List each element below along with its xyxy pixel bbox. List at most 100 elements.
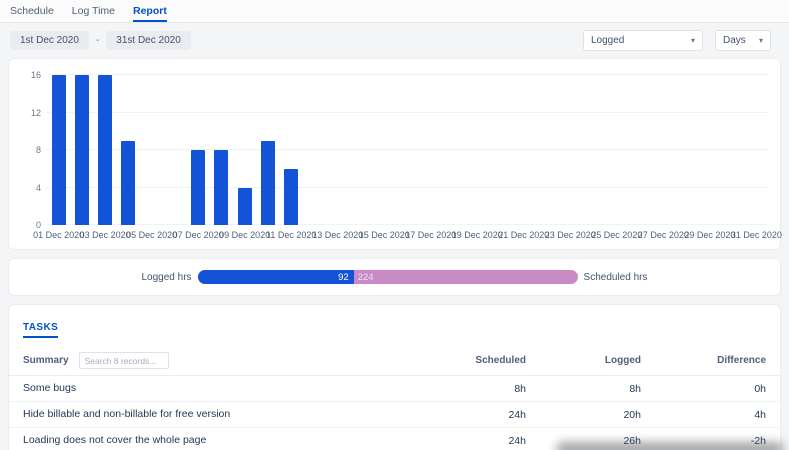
x-tick-label: 15 Dec 2020	[359, 230, 410, 240]
bar-slot	[443, 75, 466, 225]
x-tick-label: 07 Dec 2020	[173, 230, 224, 240]
bar[interactable]	[261, 141, 275, 225]
logged-hours-chart-card: 0481216 01 Dec 202003 Dec 202005 Dec 202…	[8, 58, 781, 250]
bar-slot	[303, 75, 326, 225]
date-to-button[interactable]: 31st Dec 2020	[106, 31, 191, 50]
logged-bar: 92	[198, 270, 354, 284]
bar[interactable]	[98, 75, 112, 225]
bar-slot	[559, 75, 582, 225]
bar[interactable]	[284, 169, 298, 225]
cell-scheduled: 24h	[436, 409, 526, 421]
cell-scheduled: 8h	[436, 383, 526, 395]
bar-slot	[349, 75, 372, 225]
scheduled-hours-value: 224	[358, 272, 374, 283]
x-tick-label: 17 Dec 2020	[405, 230, 456, 240]
bar[interactable]	[238, 188, 252, 226]
x-tick-label: 09 Dec 2020	[219, 230, 270, 240]
bar-slot	[512, 75, 535, 225]
x-tick-label: 11 Dec 2020	[266, 230, 316, 240]
x-tick-label: 03 Dec 2020	[80, 230, 131, 240]
tasks-table-header: Summary Scheduled Logged Difference	[9, 346, 780, 376]
cell-summary: Some bugs	[23, 381, 436, 396]
bar-slot	[256, 75, 279, 225]
bar[interactable]	[52, 75, 66, 225]
logged-hours-value: 92	[338, 272, 349, 283]
bar-slot	[489, 75, 512, 225]
x-tick-label: 25 Dec 2020	[591, 230, 642, 240]
x-tick-label: 29 Dec 2020	[684, 230, 735, 240]
x-tick-label: 23 Dec 2020	[545, 230, 596, 240]
bar-slot	[163, 75, 186, 225]
metric-dropdown-value: Logged	[591, 35, 624, 46]
bar-slot	[582, 75, 605, 225]
bar-chart: 0481216	[47, 75, 768, 225]
cell-summary: Loading does not cover the whole page	[23, 433, 436, 448]
x-axis: 01 Dec 202003 Dec 202005 Dec 202007 Dec …	[47, 225, 768, 241]
difference-column-header[interactable]: Difference	[641, 355, 766, 366]
bar-slot	[280, 75, 303, 225]
metric-dropdown[interactable]: Logged ▾	[583, 30, 703, 51]
cell-scheduled: 24h	[436, 435, 526, 447]
bar-plot	[47, 75, 768, 225]
bar-slot	[722, 75, 745, 225]
summary-header-cell: Summary	[23, 352, 436, 369]
bar-slot	[210, 75, 233, 225]
scheduled-bar: 224	[354, 270, 578, 284]
bar-slot	[629, 75, 652, 225]
table-row[interactable]: Some bugs8h8h0h	[9, 376, 780, 402]
bar-slot	[140, 75, 163, 225]
period-dropdown[interactable]: Days ▾	[715, 30, 771, 51]
table-row[interactable]: Hide billable and non-billable for free …	[9, 402, 780, 428]
x-tick-label: 19 Dec 2020	[452, 230, 503, 240]
progress-card: Logged hrs 92 224 Scheduled hrs	[8, 258, 781, 296]
x-tick-label: 13 Dec 2020	[312, 230, 363, 240]
search-input[interactable]	[79, 352, 169, 369]
bar-slot	[652, 75, 675, 225]
date-range-separator: -	[96, 35, 99, 46]
cell-difference: 4h	[641, 409, 766, 421]
date-from-button[interactable]: 1st Dec 2020	[10, 31, 89, 50]
cell-logged: 8h	[526, 383, 641, 395]
tab-log-time[interactable]: Log Time	[72, 5, 115, 22]
bar-slot	[233, 75, 256, 225]
period-dropdown-value: Days	[723, 35, 746, 46]
bar-slot	[536, 75, 559, 225]
bar[interactable]	[191, 150, 205, 225]
summary-column-header: Summary	[23, 355, 69, 366]
logged-column-header[interactable]: Logged	[526, 355, 641, 366]
bar-slot	[117, 75, 140, 225]
bar[interactable]	[214, 150, 228, 225]
bar-slot	[675, 75, 698, 225]
y-tick-label: 0	[19, 220, 41, 230]
cell-difference: 0h	[641, 383, 766, 395]
x-tick-label: 21 Dec 2020	[498, 230, 549, 240]
y-tick-label: 16	[19, 70, 41, 80]
tab-schedule[interactable]: Schedule	[10, 5, 54, 22]
bottom-shadow-artifact	[556, 442, 784, 450]
tasks-card: TASKS Summary Scheduled Logged Differenc…	[8, 304, 781, 450]
bar-slot	[94, 75, 117, 225]
chevron-down-icon: ▾	[691, 36, 695, 45]
bar-slot	[396, 75, 419, 225]
progress-bar: 92 224	[198, 270, 578, 284]
y-tick-label: 4	[19, 183, 41, 193]
x-tick-label: 01 Dec 2020	[33, 230, 84, 240]
controls-row: 1st Dec 2020 - 31st Dec 2020 Logged ▾ Da…	[10, 30, 771, 51]
bar-slot	[47, 75, 70, 225]
y-tick-label: 8	[19, 145, 41, 155]
x-tick-label: 27 Dec 2020	[638, 230, 689, 240]
bar-slot	[419, 75, 442, 225]
scheduled-column-header[interactable]: Scheduled	[436, 355, 526, 366]
y-tick-label: 12	[19, 108, 41, 118]
bar[interactable]	[121, 141, 135, 225]
chevron-down-icon: ▾	[759, 36, 763, 45]
bar-slot	[745, 75, 768, 225]
bar-slot	[605, 75, 628, 225]
cell-summary: Hide billable and non-billable for free …	[23, 407, 436, 422]
tab-report[interactable]: Report	[133, 5, 167, 22]
bar-slot	[326, 75, 349, 225]
tasks-table-body: Some bugs8h8h0hHide billable and non-bil…	[9, 376, 780, 450]
x-tick-label: 05 Dec 2020	[126, 230, 177, 240]
top-nav: Schedule Log Time Report	[0, 0, 789, 23]
bar[interactable]	[75, 75, 89, 225]
